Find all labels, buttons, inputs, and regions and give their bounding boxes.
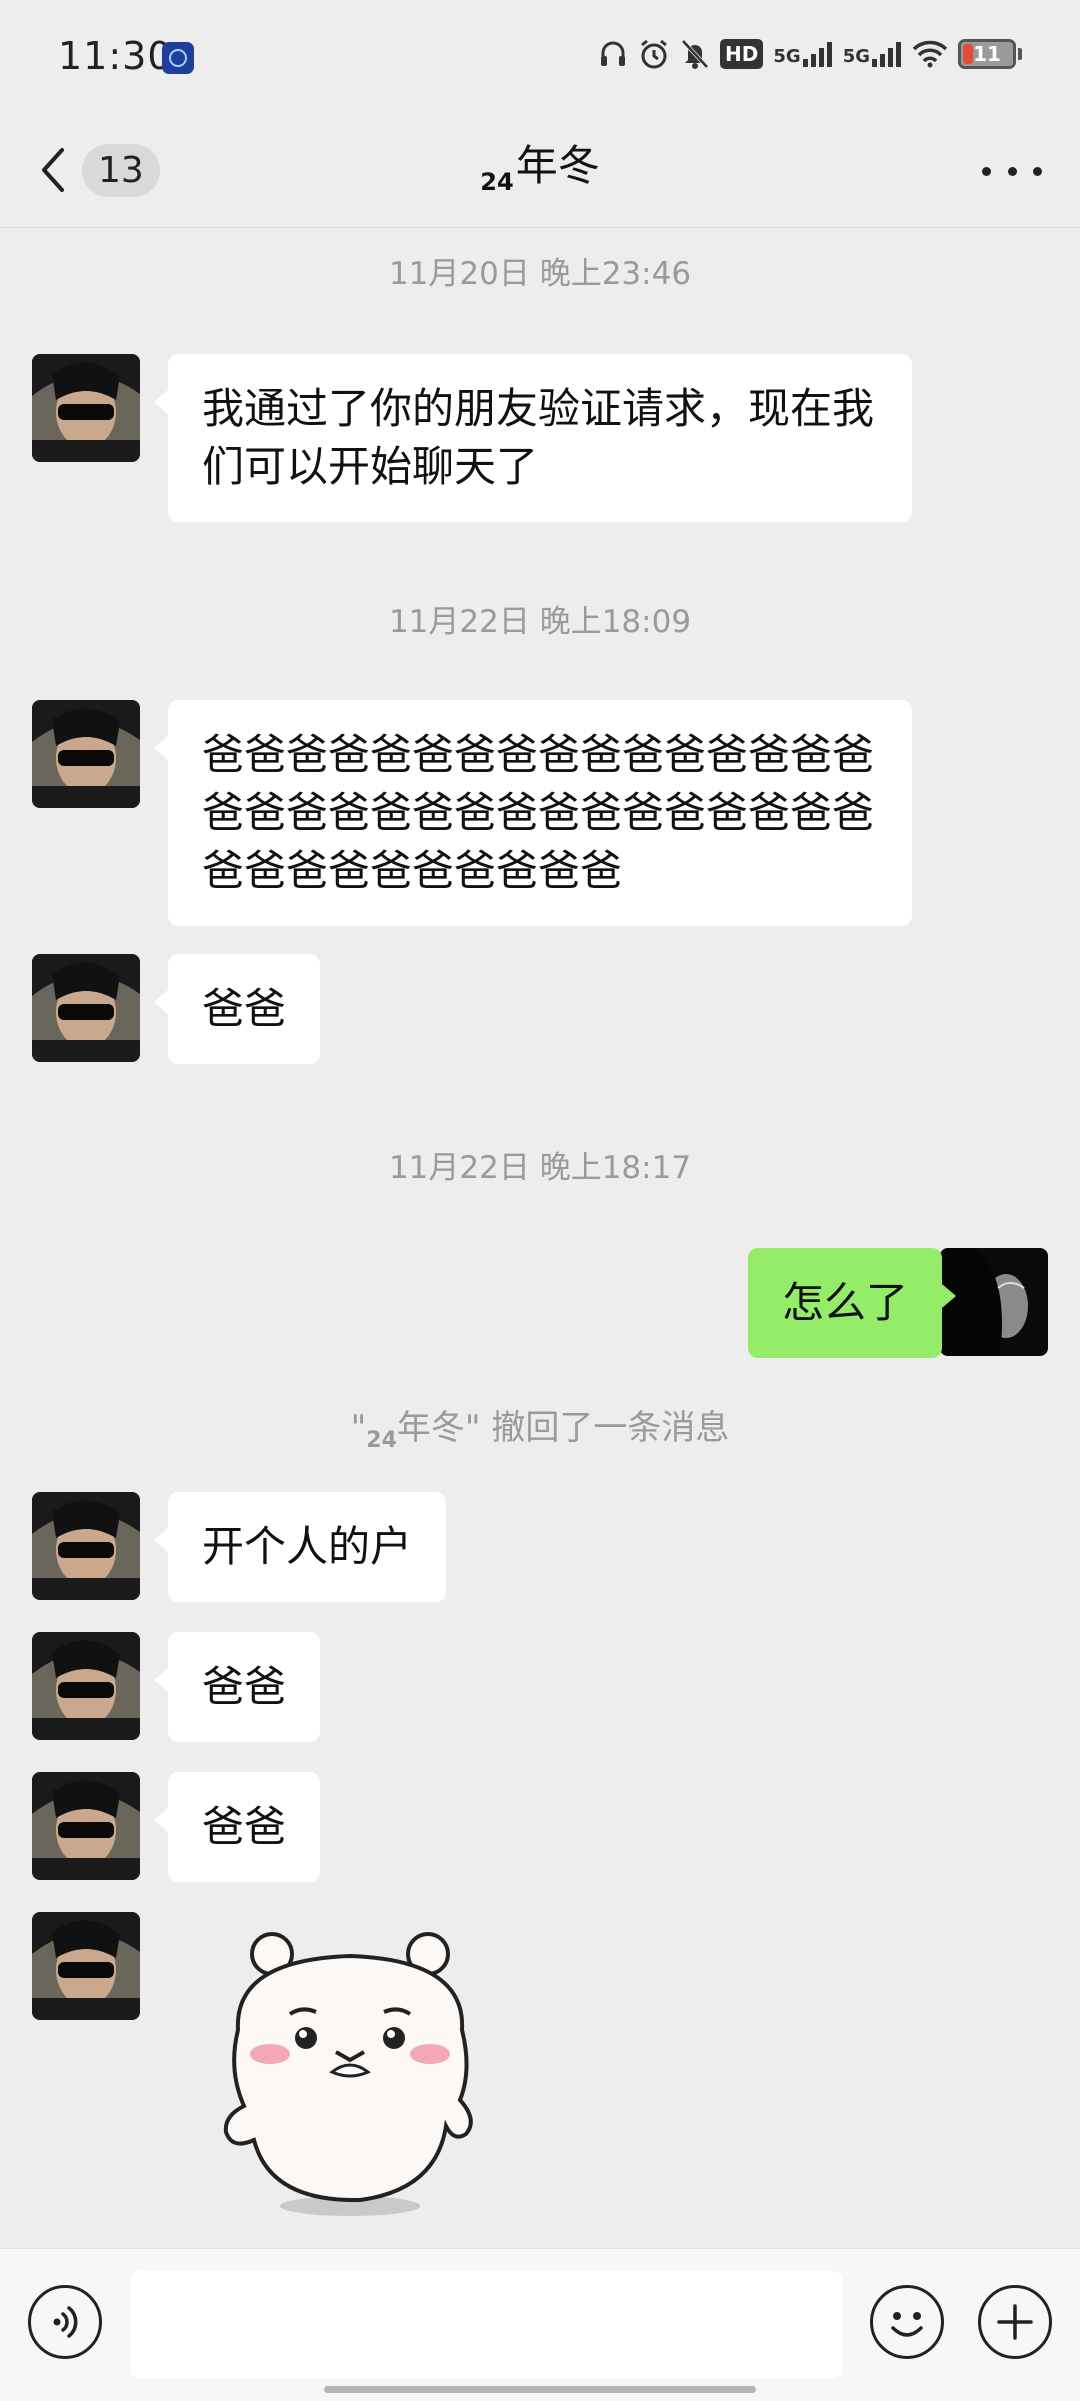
recall-text: " 撤回了一条消息 [464, 1408, 730, 1448]
contact-avatar[interactable] [32, 700, 140, 808]
status-bar: 11:30 HD 5G 5G 11 [0, 0, 1080, 112]
more-options-button[interactable] [982, 146, 1042, 196]
recall-notice: "24年冬" 撤回了一条消息 [0, 1400, 1080, 1453]
battery-icon: 11 [958, 39, 1016, 69]
status-time: 11:30 [58, 34, 173, 78]
message-timestamp: 11月22日 晚上18:09 [388, 604, 692, 640]
contact-avatar[interactable] [32, 1492, 140, 1600]
message-bubble-incoming[interactable]: 开个人的户 [153, 1492, 447, 1602]
contact-avatar[interactable] [32, 354, 140, 462]
chat-title-prefix: 24 [480, 168, 514, 196]
home-indicator[interactable] [324, 2386, 756, 2393]
chat-input-bar [0, 2248, 1080, 2401]
plus-icon [997, 2304, 1033, 2340]
contact-avatar[interactable] [32, 954, 140, 1062]
contact-avatar[interactable] [32, 1772, 140, 1880]
recall-name-prefix: 24 [366, 1428, 397, 1453]
mute-icon [681, 39, 709, 69]
contact-avatar[interactable] [32, 1912, 140, 2020]
more-dots-icon [982, 166, 991, 176]
contact-avatar[interactable] [32, 1632, 140, 1740]
chat-title: 24年冬 [0, 132, 1080, 196]
emoji-button[interactable] [870, 2285, 944, 2359]
message-bubble-incoming[interactable]: 爸爸 [153, 1772, 321, 1882]
message-bubble-incoming[interactable]: 爸爸 [153, 954, 321, 1064]
alarm-icon [641, 39, 667, 69]
message-bubble-incoming[interactable]: 爸爸 [153, 1632, 321, 1742]
voice-icon [53, 2306, 78, 2338]
more-dots-icon [1033, 166, 1042, 176]
headphones-icon [601, 41, 626, 66]
more-dots-icon [1007, 166, 1017, 176]
message-timestamp: 11月20日 晚上23:46 [388, 256, 692, 292]
emoji-icon [891, 2312, 923, 2337]
status-icons: HD 5G 5G 11 [598, 38, 1022, 70]
wifi-icon [912, 40, 948, 68]
recall-quote-open: " [350, 1408, 367, 1448]
chat-title-main: 年冬 [515, 141, 600, 190]
message-input[interactable] [130, 2271, 842, 2379]
voice-input-button[interactable] [28, 2285, 102, 2359]
battery-tip [1018, 48, 1022, 60]
chat-header: 13 24年冬 [0, 112, 1080, 228]
signal-5g-icon: 5G [843, 41, 902, 67]
message-bubble-incoming[interactable]: 我通过了你的朋友验证请求，现在我们可以开始聊天了 [154, 354, 912, 522]
message-bubble-incoming[interactable]: 爸爸爸爸爸爸爸爸爸爸爸爸爸爸爸爸爸爸爸爸爸爸爸爸爸爸爸爸爸爸爸爸爸爸爸爸爸爸爸爸… [154, 700, 912, 926]
recall-name: 年冬 [396, 1408, 465, 1448]
network-label: 5G [842, 46, 870, 67]
message-timestamp: 11月22日 晚上18:17 [388, 1150, 692, 1186]
crying-bear-sticker[interactable] [210, 1920, 490, 2220]
header-divider [0, 227, 1080, 228]
my-avatar[interactable] [940, 1248, 1048, 1356]
more-functions-button[interactable] [978, 2285, 1052, 2359]
signal-5g-icon: 5G [773, 41, 832, 67]
network-label: 5G [773, 46, 801, 67]
battery-fill [963, 44, 973, 64]
message-bubble-outgoing[interactable]: 怎么了 [747, 1248, 957, 1358]
app-badge-icon [162, 42, 194, 74]
hd-icon: HD [720, 39, 764, 69]
